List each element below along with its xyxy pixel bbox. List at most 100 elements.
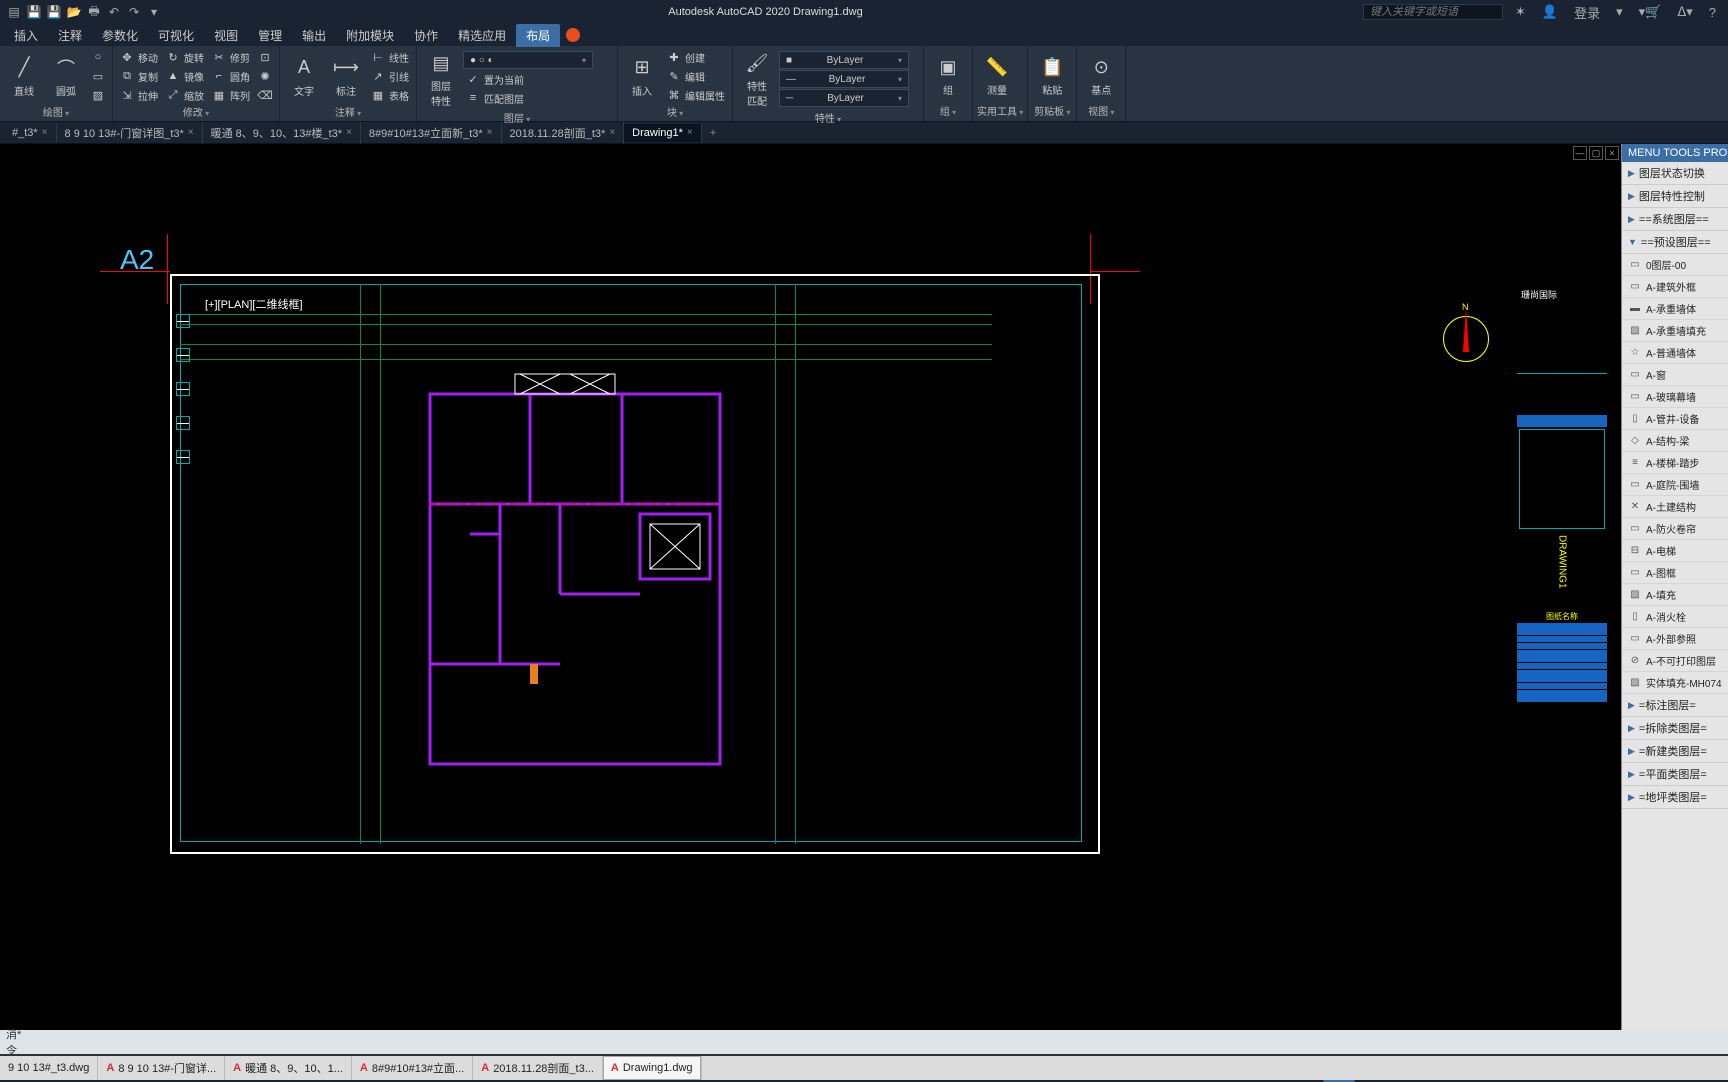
matchlayer-button[interactable]: ≡匹配图层 xyxy=(463,89,613,107)
color-dropdown[interactable]: ■ ByLayer xyxy=(779,51,909,69)
minimize-icon[interactable]: — xyxy=(1573,146,1587,160)
circle-button[interactable]: ○ xyxy=(88,48,108,66)
mod-extra1[interactable]: ⊡ xyxy=(255,48,275,66)
file-tab[interactable]: #_t3*× xyxy=(4,124,57,142)
move-button[interactable]: ✥移动 xyxy=(117,48,161,66)
palette-layer-item[interactable]: ≡A-楼梯-踏步 xyxy=(1622,452,1728,474)
create-block-button[interactable]: ✚创建 xyxy=(664,48,728,66)
rect-button[interactable]: ▭ xyxy=(88,67,108,85)
palette-layer-item[interactable]: ▨实体填充-MH074 xyxy=(1622,672,1728,694)
tab-insert[interactable]: 插入 xyxy=(4,24,48,47)
tab-annotate[interactable]: 注释 xyxy=(48,24,92,47)
tab-layout[interactable]: 布局 xyxy=(516,24,560,47)
app-logo-icon[interactable] xyxy=(566,28,580,42)
edit-block-button[interactable]: ✎编辑 xyxy=(664,67,728,85)
file-tab[interactable]: 8 9 10 13#-门窗详图_t3*× xyxy=(57,122,203,144)
palette-layer-item[interactable]: ✕A-土建结构 xyxy=(1622,496,1728,518)
line-button[interactable]: ╱直线 xyxy=(4,53,44,100)
login-label[interactable]: 登录 xyxy=(1570,3,1604,22)
palette-group[interactable]: 图层特性控制 xyxy=(1622,185,1728,208)
panel-group-label[interactable]: 组 xyxy=(928,103,968,119)
mod-extra2[interactable]: ✺ xyxy=(255,67,275,85)
close-icon[interactable]: × xyxy=(687,127,693,138)
command-line[interactable]: 消* 令 xyxy=(0,1030,1728,1054)
matchprops-button[interactable]: 🖌特性 匹配 xyxy=(737,48,777,110)
stretch-button[interactable]: ⇲拉伸 xyxy=(117,86,161,104)
palette-layer-item[interactable]: ▭A-防火卷帘 xyxy=(1622,518,1728,540)
table-button[interactable]: ▦表格 xyxy=(368,86,412,104)
user-icon[interactable]: 👤 xyxy=(1538,4,1562,20)
file-tab-active[interactable]: Drawing1*× xyxy=(624,124,702,142)
file-tab[interactable]: 8#9#10#13#立面新_t3*× xyxy=(361,122,502,144)
scale-button[interactable]: ⤢缩放 xyxy=(163,86,207,104)
taskbar-item[interactable]: A8 9 10 13#-门窗详... xyxy=(98,1056,225,1080)
close-viewport-icon[interactable]: × xyxy=(1605,146,1619,160)
taskbar-item[interactable]: A暖通 8、9、10、1... xyxy=(225,1056,352,1080)
help-search-input[interactable] xyxy=(1363,4,1503,20)
palette-layer-item[interactable]: ▭A-建筑外框 xyxy=(1622,276,1728,298)
palette-layer-item[interactable]: ▨A-承重墙填充 xyxy=(1622,320,1728,342)
rotate-button[interactable]: ↻旋转 xyxy=(163,48,207,66)
panel-clip-label[interactable]: 剪贴板 xyxy=(1032,103,1072,119)
save-icon[interactable]: 💾 xyxy=(26,4,42,20)
mirror-button[interactable]: ▲镜像 xyxy=(163,67,207,85)
close-icon[interactable]: × xyxy=(346,127,352,138)
palette-layer-item[interactable]: ▭0图层-00 xyxy=(1622,254,1728,276)
palette-group-open[interactable]: ==预设图层== xyxy=(1622,231,1728,254)
new-tab-button[interactable]: + xyxy=(702,127,724,139)
exchange-icon[interactable]: ▾🛒 xyxy=(1635,4,1666,20)
print-icon[interactable]: 🖶 xyxy=(86,4,102,20)
tab-featured[interactable]: 精选应用 xyxy=(448,24,516,47)
open-icon[interactable]: 📂 xyxy=(66,4,82,20)
tab-output[interactable]: 输出 xyxy=(292,24,336,47)
panel-annot-label[interactable]: 注释 xyxy=(284,104,412,120)
linetype-dropdown[interactable]: ─ ByLayer xyxy=(779,89,909,107)
close-icon[interactable]: × xyxy=(487,127,493,138)
array-button[interactable]: ▦阵列 xyxy=(209,86,253,104)
palette-layer-item[interactable]: ☆A-普通墙体 xyxy=(1622,342,1728,364)
dim-button[interactable]: ⟼标注 xyxy=(326,53,366,100)
palette-subgroup[interactable]: =标注图层= xyxy=(1622,694,1728,717)
palette-layer-item[interactable]: ▯A-管井-设备 xyxy=(1622,408,1728,430)
arc-button[interactable]: ⌒圆弧 xyxy=(46,53,86,100)
close-icon[interactable]: × xyxy=(609,127,615,138)
taskbar-item[interactable]: A8#9#10#13#立面... xyxy=(352,1056,473,1080)
panel-viewbase-label[interactable]: 视图 xyxy=(1081,103,1121,119)
login-dropdown-icon[interactable]: ▾ xyxy=(1612,4,1627,20)
edit-attr-button[interactable]: ⌘编辑属性 xyxy=(664,86,728,104)
tab-manage[interactable]: 管理 xyxy=(248,24,292,47)
palette-layer-item[interactable]: ▭A-玻璃幕墙 xyxy=(1622,386,1728,408)
insert-button[interactable]: ⊞插入 xyxy=(622,53,662,100)
help-icon[interactable]: ? xyxy=(1705,5,1720,20)
fillet-button[interactable]: ⌐圆角 xyxy=(209,67,253,85)
hatch-button[interactable]: ▨ xyxy=(88,86,108,104)
palette-layer-item[interactable]: ◇A-结构-梁 xyxy=(1622,430,1728,452)
app-menu-icon[interactable]: ▤ xyxy=(6,4,22,20)
linear-button[interactable]: ⊢文字线性 xyxy=(368,48,412,66)
layer-dropdown[interactable]: ● ○ ◐ xyxy=(463,51,593,69)
mod-extra3[interactable]: ⌫ xyxy=(255,86,275,104)
text-button[interactable]: A文字 xyxy=(284,53,324,100)
app-x-icon[interactable]: ᐃ▾ xyxy=(1673,4,1696,20)
lineweight-dropdown[interactable]: — ByLayer xyxy=(779,70,909,88)
palette-layer-item[interactable]: ▭A-图框 xyxy=(1622,562,1728,584)
layerprops-button[interactable]: ▤图层 特性 xyxy=(421,48,461,110)
taskbar-item[interactable]: A2018.11.28剖面_t3... xyxy=(473,1056,603,1080)
leader-button[interactable]: ↗引线 xyxy=(368,67,412,85)
tab-collab[interactable]: 协作 xyxy=(404,24,448,47)
panel-props-label[interactable]: 特性 xyxy=(737,110,919,126)
panel-block-label[interactable]: 块 xyxy=(622,104,728,120)
group-button[interactable]: ▣组 xyxy=(928,52,968,99)
panel-draw-label[interactable]: 绘图 xyxy=(4,104,108,120)
close-icon[interactable]: × xyxy=(188,127,194,138)
tab-parametric[interactable]: 参数化 xyxy=(92,24,148,47)
palette-layer-item[interactable]: ▬A-承重墙体 xyxy=(1622,298,1728,320)
redo-icon[interactable]: ↷ xyxy=(126,4,142,20)
infocenter-icon[interactable]: ✶ xyxy=(1511,4,1530,20)
panel-modify-label[interactable]: 修改 xyxy=(117,104,275,120)
palette-layer-item[interactable]: ▭A-外部参照 xyxy=(1622,628,1728,650)
copy-button[interactable]: ⧉复制 xyxy=(117,67,161,85)
close-icon[interactable]: × xyxy=(42,127,48,138)
palette-layer-item[interactable]: ▭A-窗 xyxy=(1622,364,1728,386)
maximize-icon[interactable]: ▢ xyxy=(1589,146,1603,160)
